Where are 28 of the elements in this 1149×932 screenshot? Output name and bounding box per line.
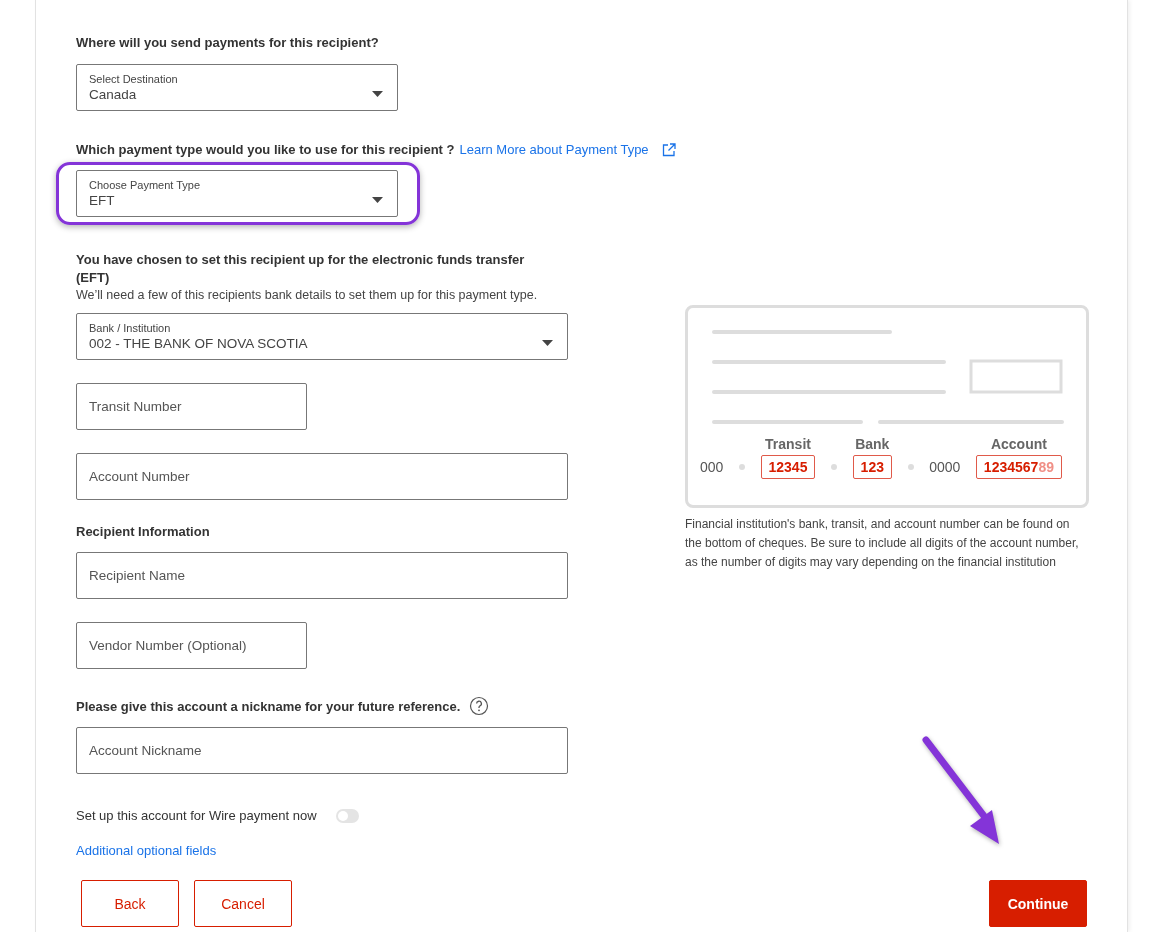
question-text: Where will you send payments for this recipient? — [76, 34, 379, 51]
toggle-label: Set up this account for Wire payment now — [76, 808, 317, 823]
section-heading: Recipient Information — [76, 524, 210, 539]
text-field[interactable]: Transit Number — [76, 383, 307, 430]
caret-icon — [542, 340, 553, 346]
question-text: Which payment type would you like to use for this recipient ? — [76, 141, 455, 158]
caret-icon — [372, 197, 383, 203]
wire-toggle[interactable] — [335, 808, 359, 823]
outline-button[interactable]: Cancel — [194, 880, 292, 927]
note-text: We’ll need a few of this recipients bank details to set them up for this payment type. — [76, 288, 538, 302]
outline-button[interactable]: Back — [81, 880, 179, 927]
nickname-field[interactable]: Account Nickname — [76, 727, 568, 774]
caret-icon — [372, 91, 383, 97]
text-field[interactable]: Vendor Number (Optional) — [76, 622, 307, 669]
payment-type-select[interactable]: Choose Payment Type EFT — [76, 170, 398, 217]
text-field[interactable]: Recipient Name — [76, 552, 568, 599]
external-link-icon[interactable] — [661, 142, 676, 157]
continue-button[interactable]: Continue — [989, 880, 1087, 927]
text-field[interactable]: Account Number — [76, 453, 568, 500]
section-heading: You have chosen to set this recipient up for the electronic funds transfer (EFT) — [76, 251, 526, 287]
question-text: Please give this account a nickname for your future reference. — [76, 697, 461, 715]
destination-select[interactable]: Select Destination Canada — [76, 64, 398, 111]
help-icon[interactable] — [469, 696, 490, 716]
learn-more-link[interactable]: Learn More about Payment Type — [459, 141, 649, 158]
bank-select[interactable]: Bank / Institution 002 - THE BANK OF NOVA SCOTIA — [76, 313, 568, 360]
cheque-note: Financial institution's bank, transit, and account number can be found on the bottom of cheques. Be sure to include all digits of the account number, as the number of digits may vary depending on the financial institution — [685, 516, 1080, 571]
cheque-drawing: 000 Transit 12345 Bank 123 0000 Account 123456789 — [685, 305, 1089, 508]
optional-fields-link[interactable]: Additional optional fields — [76, 843, 217, 858]
